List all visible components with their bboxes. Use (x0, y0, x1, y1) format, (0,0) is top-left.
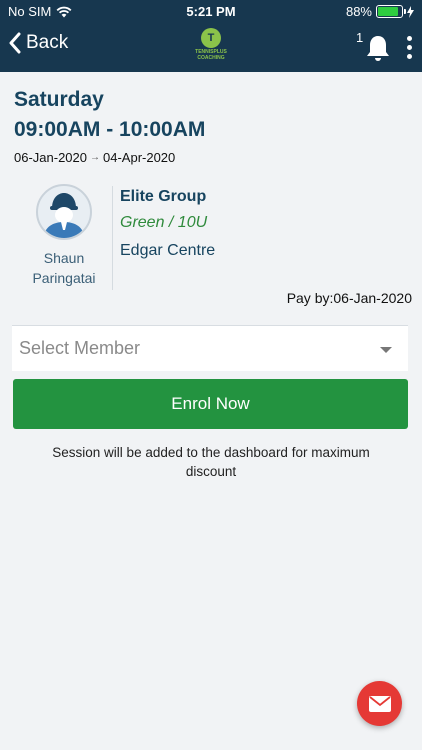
menu-dot (407, 45, 412, 50)
notifications-button[interactable]: 1 (356, 30, 390, 62)
coach-first-name: Shaun (43, 250, 85, 266)
discount-note: Session will be added to the dashboard f… (52, 445, 370, 479)
session-time-range: 09:00AM - 10:00AM (14, 118, 206, 141)
notification-count: 1 (356, 30, 364, 45)
menu-dot (407, 54, 412, 59)
nav-bar: Back T TENNISPLUS COACHING 1 (0, 24, 422, 72)
logo-text: TENNISPLUS COACHING (195, 49, 227, 61)
tennis-ball-icon: T (201, 28, 221, 48)
coach-silhouette-icon (44, 193, 84, 238)
battery-percent: 88% (345, 4, 372, 19)
session-venue: Edgar Centre (120, 242, 216, 259)
battery-fill (378, 7, 399, 16)
email-fab-button[interactable] (357, 681, 402, 726)
session-date-range: 06-Jan-2020 → 04-Apr-2020 (14, 150, 175, 165)
coach-card: Shaun Paringatai (26, 184, 102, 288)
chevron-left-icon (9, 32, 21, 54)
vertical-divider (112, 186, 113, 290)
charging-icon (407, 5, 414, 18)
enrol-now-button[interactable]: Enrol Now (13, 379, 408, 429)
coach-last-name: Paringatai (32, 270, 96, 286)
app-logo: T TENNISPLUS COACHING (193, 28, 229, 64)
back-label: Back (26, 32, 69, 53)
session-day: Saturday (14, 88, 104, 111)
back-button[interactable]: Back (8, 32, 68, 54)
date-arrow-icon: → (90, 152, 100, 163)
status-bar: No SIM 5:21 PM 88% (0, 0, 422, 24)
caret-down-icon (380, 347, 392, 353)
battery-info: 88% (346, 4, 414, 19)
bell-icon (367, 36, 389, 61)
coach-avatar (36, 184, 92, 240)
pay-by-date: Pay by:06-Jan-2020 (286, 290, 412, 306)
top-bar: No SIM 5:21 PM 88% Back T TENNISPLUS COA… (0, 0, 422, 72)
session-level: Green / 10U (120, 214, 208, 231)
coach-name: Shaun Paringatai (26, 248, 102, 288)
menu-dot (407, 36, 412, 41)
session-group: Elite Group (120, 188, 207, 205)
select-member-dropdown[interactable]: Select Member (12, 325, 408, 371)
end-date: 04-Apr-2020 (103, 150, 176, 165)
select-member-placeholder: Select Member (19, 338, 141, 358)
battery-icon (376, 5, 406, 18)
start-date: 06-Jan-2020 (14, 150, 87, 165)
more-vertical-icon[interactable] (407, 36, 412, 59)
mail-icon (368, 695, 391, 712)
